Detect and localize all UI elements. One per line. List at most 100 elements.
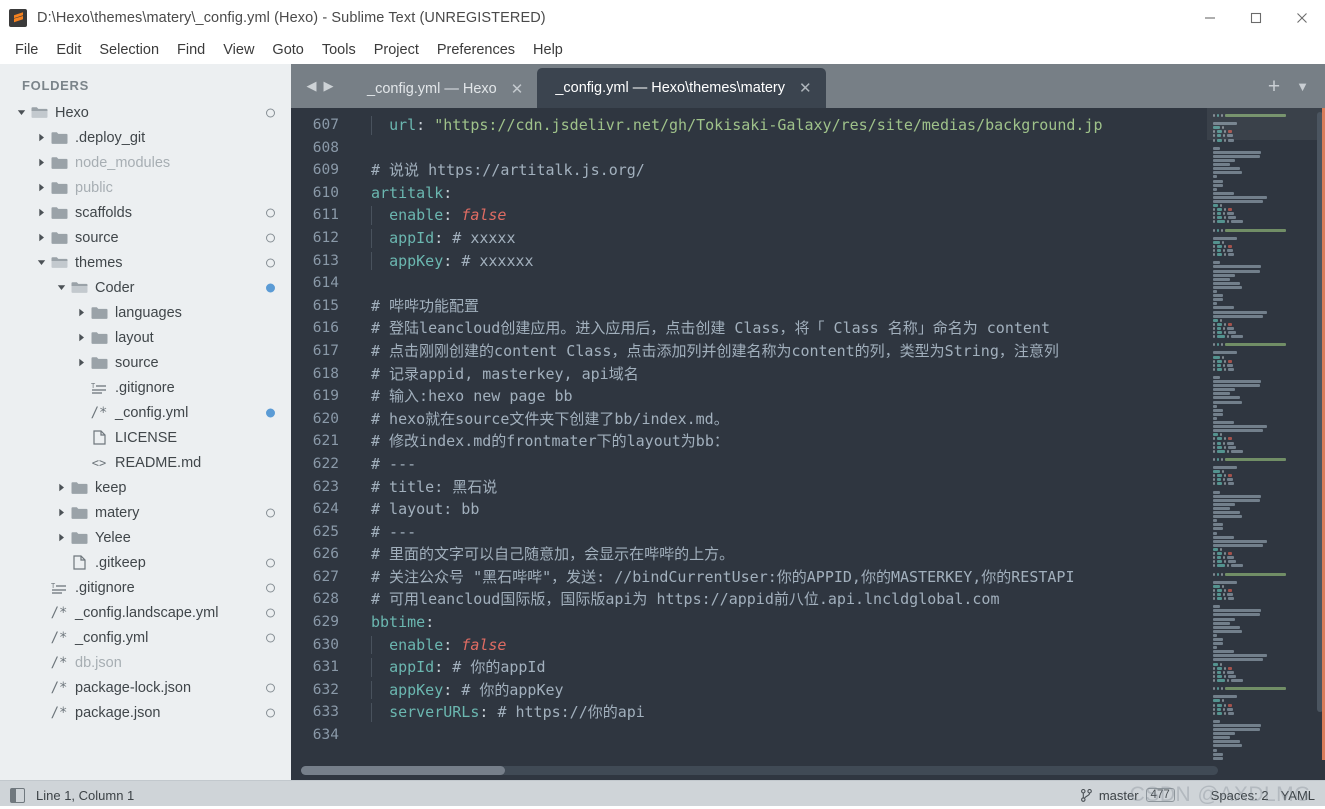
- code-line[interactable]: artitalk:: [351, 182, 1207, 205]
- git-branch-status[interactable]: master 477: [1080, 788, 1175, 803]
- tree-item-hexo[interactable]: Hexo: [0, 100, 291, 125]
- indentation-setting[interactable]: Spaces: 2: [1211, 788, 1269, 803]
- tree-item-config-yml[interactable]: /* _config.yml: [0, 625, 291, 650]
- code-line[interactable]: # 点击刚刚创建的content Class，点击添加列并创建名称为conten…: [351, 340, 1207, 363]
- code-line[interactable]: appId: # xxxxx: [351, 227, 1207, 250]
- horizontal-scrollbar[interactable]: [291, 760, 1325, 780]
- tree-item-keep[interactable]: keep: [0, 475, 291, 500]
- menu-item-edit[interactable]: Edit: [47, 39, 90, 61]
- tree-item-package-lock-json[interactable]: /* package-lock.json: [0, 675, 291, 700]
- tree-item-scaffolds[interactable]: scaffolds: [0, 200, 291, 225]
- tab-prev-icon[interactable]: ◀: [307, 78, 317, 94]
- tab-navigation[interactable]: ◀ ▶: [291, 64, 349, 108]
- tree-item-db-json[interactable]: /* db.json: [0, 650, 291, 675]
- toggle-sidebar-icon[interactable]: [10, 787, 25, 803]
- tree-item-package-json[interactable]: /* package.json: [0, 700, 291, 725]
- close-button[interactable]: [1279, 0, 1325, 36]
- sidebar-file-tree[interactable]: FOLDERS Hexo .deploy_git node_modules publi…: [0, 64, 291, 780]
- tree-item-node-modules[interactable]: node_modules: [0, 150, 291, 175]
- code-line[interactable]: # 关注公众号 "黑石哔哔"，发送: //bindCurrentUser:你的A…: [351, 566, 1207, 589]
- code-line[interactable]: # 说说 https://artitalk.js.org/: [351, 159, 1207, 182]
- code-line[interactable]: # 里面的文字可以自己随意加，会显示在哔哔的上方。: [351, 543, 1207, 566]
- code-line[interactable]: # hexo就在source文件夹下创建了bb/index.md。: [351, 408, 1207, 431]
- cursor-position-label[interactable]: Line 1, Column 1: [36, 788, 134, 803]
- code-line[interactable]: appKey: # xxxxxx: [351, 250, 1207, 273]
- syntax-mode[interactable]: YAML: [1281, 788, 1315, 803]
- menu-item-find[interactable]: Find: [168, 39, 214, 61]
- new-tab-icon[interactable]: +: [1268, 76, 1280, 97]
- chevron-down-icon[interactable]: [14, 108, 28, 117]
- tree-item-deploy-git[interactable]: .deploy_git: [0, 125, 291, 150]
- tree-item-source[interactable]: source: [0, 225, 291, 250]
- tree-item-config-landscape-yml[interactable]: /* _config.landscape.yml: [0, 600, 291, 625]
- editor-tab[interactable]: _config.yml — Hexo ✕: [349, 70, 538, 108]
- tree-item-languages[interactable]: languages: [0, 300, 291, 325]
- menu-item-selection[interactable]: Selection: [90, 39, 168, 61]
- tree-item-themes[interactable]: themes: [0, 250, 291, 275]
- code-line[interactable]: # 输入:hexo new page bb: [351, 385, 1207, 408]
- chevron-down-icon[interactable]: [54, 283, 68, 292]
- tree-item-public[interactable]: public: [0, 175, 291, 200]
- menu-item-tools[interactable]: Tools: [313, 39, 365, 61]
- tree-item-license[interactable]: LICENSE: [0, 425, 291, 450]
- chevron-right-icon[interactable]: [34, 183, 48, 192]
- editor-tab-active[interactable]: _config.yml — Hexo\themes\matery ✕: [537, 68, 826, 108]
- code-line[interactable]: # 修改index.md的frontmater下的layout为bb：: [351, 430, 1207, 453]
- tree-item-gitkeep[interactable]: .gitkeep: [0, 550, 291, 575]
- code-editor-area[interactable]: 607 608 609 610 611 612 613 614 615 616 617 618 619 6…: [291, 108, 1325, 760]
- menu-item-project[interactable]: Project: [365, 39, 428, 61]
- chevron-down-icon[interactable]: [34, 258, 48, 267]
- chevron-right-icon[interactable]: [34, 208, 48, 217]
- code-line[interactable]: serverURLs: # https://你的api: [351, 701, 1207, 724]
- code-line[interactable]: # 登陆leancloud创建应用。进入应用后，点击创建 Class，将「 Cl…: [351, 317, 1207, 340]
- chevron-right-icon[interactable]: [74, 308, 88, 317]
- code-line[interactable]: appKey: # 你的appKey: [351, 679, 1207, 702]
- code-line[interactable]: # 可用leancloud国际版，国际版api为 https://appid前八…: [351, 588, 1207, 611]
- tree-item-matery[interactable]: matery: [0, 500, 291, 525]
- minimap-viewport[interactable]: [1207, 108, 1325, 140]
- chevron-right-icon[interactable]: [54, 508, 68, 517]
- code-line[interactable]: # ---: [351, 521, 1207, 544]
- tree-item-yelee[interactable]: Yelee: [0, 525, 291, 550]
- code-line[interactable]: enable: false: [351, 204, 1207, 227]
- menu-item-help[interactable]: Help: [524, 39, 572, 61]
- tree-item-gitignore[interactable]: T .gitignore: [0, 575, 291, 600]
- tab-close-icon[interactable]: ✕: [511, 82, 524, 97]
- minimap[interactable]: [1207, 108, 1325, 760]
- code-line[interactable]: # layout: bb: [351, 498, 1207, 521]
- code-line[interactable]: # title: 黑石说: [351, 476, 1207, 499]
- hscrollbar-thumb[interactable]: [301, 765, 505, 775]
- code-content[interactable]: url: "https://cdn.jsdelivr.net/gh/Tokisa…: [351, 108, 1207, 760]
- menu-item-file[interactable]: File: [6, 39, 47, 61]
- chevron-right-icon[interactable]: [34, 233, 48, 242]
- menu-item-goto[interactable]: Goto: [263, 39, 312, 61]
- chevron-right-icon[interactable]: [34, 158, 48, 167]
- code-line[interactable]: # 哔哔功能配置: [351, 295, 1207, 318]
- tree-item-gitignore[interactable]: T .gitignore: [0, 375, 291, 400]
- tree-item-source[interactable]: source: [0, 350, 291, 375]
- chevron-right-icon[interactable]: [54, 533, 68, 542]
- code-line[interactable]: enable: false: [351, 634, 1207, 657]
- minimize-button[interactable]: [1187, 0, 1233, 36]
- hscrollbar-track[interactable]: [301, 765, 1218, 775]
- code-line[interactable]: bbtime:: [351, 611, 1207, 634]
- tree-item-config-yml[interactable]: /* _config.yml: [0, 400, 291, 425]
- tree-item-readme-md[interactable]: <> README.md: [0, 450, 291, 475]
- code-line[interactable]: # ---: [351, 453, 1207, 476]
- tab-next-icon[interactable]: ▶: [324, 78, 334, 94]
- code-line[interactable]: appId: # 你的appId: [351, 656, 1207, 679]
- code-line[interactable]: [351, 272, 1207, 295]
- code-line[interactable]: # 记录appid, masterkey, api域名: [351, 363, 1207, 386]
- chevron-right-icon[interactable]: [54, 483, 68, 492]
- maximize-button[interactable]: [1233, 0, 1279, 36]
- menu-item-view[interactable]: View: [214, 39, 263, 61]
- chevron-right-icon[interactable]: [34, 133, 48, 142]
- tree-item-layout[interactable]: layout: [0, 325, 291, 350]
- code-line[interactable]: [351, 137, 1207, 160]
- menu-item-preferences[interactable]: Preferences: [428, 39, 524, 61]
- code-line[interactable]: [351, 724, 1207, 747]
- tree-item-coder[interactable]: Coder: [0, 275, 291, 300]
- tab-close-icon[interactable]: ✕: [799, 81, 812, 96]
- code-line[interactable]: url: "https://cdn.jsdelivr.net/gh/Tokisa…: [351, 114, 1207, 137]
- chevron-right-icon[interactable]: [74, 358, 88, 367]
